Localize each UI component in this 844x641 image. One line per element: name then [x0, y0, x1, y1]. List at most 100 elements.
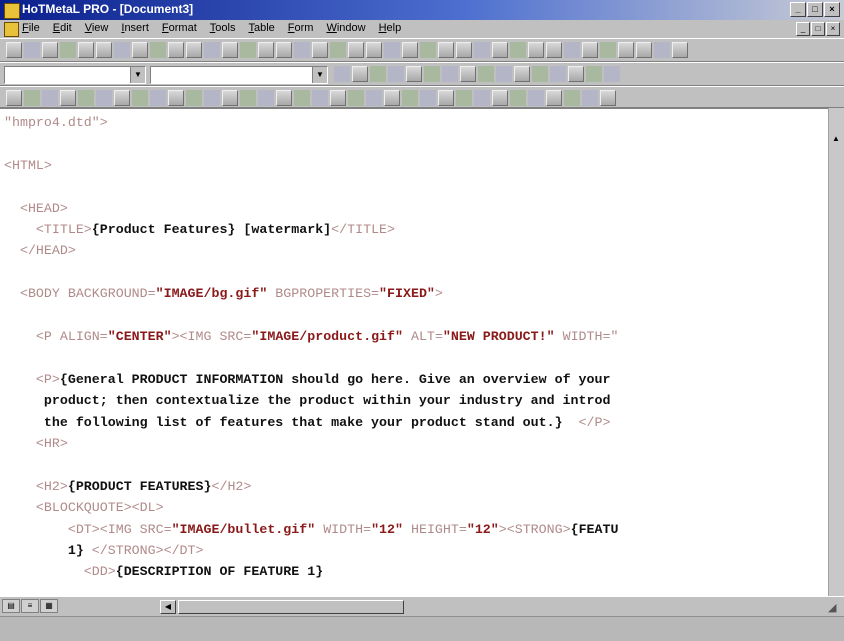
- toolbar-button-icon[interactable]: [294, 42, 310, 58]
- format-button-icon[interactable]: [550, 66, 566, 82]
- menu-file[interactable]: File: [22, 22, 40, 34]
- toolbar-button-icon[interactable]: [564, 42, 580, 58]
- toolbar-button-icon[interactable]: [96, 90, 112, 106]
- format-button-icon[interactable]: [442, 66, 458, 82]
- menu-insert[interactable]: Insert: [121, 22, 149, 34]
- menu-table[interactable]: Table: [248, 22, 274, 34]
- view-tags-button[interactable]: ▤: [2, 599, 20, 613]
- toolbar-button-icon[interactable]: [6, 42, 22, 58]
- minimize-button[interactable]: _: [790, 2, 806, 17]
- maximize-button[interactable]: □: [807, 2, 823, 17]
- format-button-icon[interactable]: [370, 66, 386, 82]
- toolbar-button-icon[interactable]: [402, 42, 418, 58]
- format-button-icon[interactable]: [352, 66, 368, 82]
- format-button-icon[interactable]: [478, 66, 494, 82]
- menu-edit[interactable]: Edit: [53, 22, 72, 34]
- toolbar-button-icon[interactable]: [528, 90, 544, 106]
- toolbar-button-icon[interactable]: [618, 42, 634, 58]
- toolbar-button-icon[interactable]: [204, 42, 220, 58]
- close-button[interactable]: ×: [824, 2, 840, 17]
- toolbar-button-icon[interactable]: [168, 42, 184, 58]
- toolbar-button-icon[interactable]: [384, 42, 400, 58]
- toolbar-button-icon[interactable]: [24, 42, 40, 58]
- toolbar-button-icon[interactable]: [510, 90, 526, 106]
- toolbar-button-icon[interactable]: [60, 90, 76, 106]
- format-button-icon[interactable]: [334, 66, 350, 82]
- format-button-icon[interactable]: [388, 66, 404, 82]
- toolbar-button-icon[interactable]: [546, 42, 562, 58]
- toolbar-button-icon[interactable]: [600, 90, 616, 106]
- toolbar-button-icon[interactable]: [240, 42, 256, 58]
- toolbar-button-icon[interactable]: [384, 90, 400, 106]
- toolbar-button-icon[interactable]: [114, 42, 130, 58]
- toolbar-button-icon[interactable]: [474, 42, 490, 58]
- toolbar-button-icon[interactable]: [96, 42, 112, 58]
- toolbar-button-icon[interactable]: [438, 90, 454, 106]
- toolbar-button-icon[interactable]: [492, 90, 508, 106]
- toolbar-button-icon[interactable]: [672, 42, 688, 58]
- toolbar-button-icon[interactable]: [348, 90, 364, 106]
- toolbar-button-icon[interactable]: [438, 42, 454, 58]
- toolbar-button-icon[interactable]: [492, 42, 508, 58]
- toolbar-button-icon[interactable]: [420, 90, 436, 106]
- format-button-icon[interactable]: [586, 66, 602, 82]
- toolbar-button-icon[interactable]: [78, 42, 94, 58]
- toolbar-button-icon[interactable]: [150, 90, 166, 106]
- toolbar-button-icon[interactable]: [600, 42, 616, 58]
- toolbar-button-icon[interactable]: [456, 42, 472, 58]
- menu-window[interactable]: Window: [326, 22, 365, 34]
- document-icon[interactable]: [4, 22, 19, 37]
- toolbar-button-icon[interactable]: [150, 42, 166, 58]
- toolbar-button-icon[interactable]: [276, 90, 292, 106]
- toolbar-button-icon[interactable]: [474, 90, 490, 106]
- toolbar-button-icon[interactable]: [654, 42, 670, 58]
- toolbar-button-icon[interactable]: [330, 42, 346, 58]
- format-button-icon[interactable]: [532, 66, 548, 82]
- font-combo[interactable]: ▼: [150, 66, 328, 84]
- toolbar-button-icon[interactable]: [42, 90, 58, 106]
- toolbar-button-icon[interactable]: [402, 90, 418, 106]
- toolbar-button-icon[interactable]: [60, 42, 76, 58]
- style-combo[interactable]: ▼: [4, 66, 146, 84]
- toolbar-button-icon[interactable]: [6, 90, 22, 106]
- toolbar-button-icon[interactable]: [456, 90, 472, 106]
- toolbar-button-icon[interactable]: [348, 42, 364, 58]
- format-button-icon[interactable]: [514, 66, 530, 82]
- app-icon[interactable]: [4, 3, 20, 19]
- format-button-icon[interactable]: [568, 66, 584, 82]
- toolbar-button-icon[interactable]: [636, 42, 652, 58]
- toolbar-button-icon[interactable]: [366, 90, 382, 106]
- toolbar-button-icon[interactable]: [366, 42, 382, 58]
- scroll-left-icon[interactable]: ◀: [160, 600, 176, 614]
- doc-minimize-button[interactable]: _: [796, 22, 810, 36]
- toolbar-button-icon[interactable]: [294, 90, 310, 106]
- toolbar-button-icon[interactable]: [114, 90, 130, 106]
- vertical-scrollbar[interactable]: ▲: [828, 108, 844, 596]
- view-source-button[interactable]: ≡: [21, 599, 39, 613]
- toolbar-button-icon[interactable]: [186, 42, 202, 58]
- toolbar-button-icon[interactable]: [528, 42, 544, 58]
- toolbar-button-icon[interactable]: [24, 90, 40, 106]
- format-button-icon[interactable]: [460, 66, 476, 82]
- toolbar-button-icon[interactable]: [546, 90, 562, 106]
- toolbar-button-icon[interactable]: [330, 90, 346, 106]
- toolbar-button-icon[interactable]: [186, 90, 202, 106]
- doc-close-button[interactable]: ×: [826, 22, 840, 36]
- toolbar-button-icon[interactable]: [42, 42, 58, 58]
- view-wysiwyg-button[interactable]: ▦: [40, 599, 58, 613]
- format-button-icon[interactable]: [604, 66, 620, 82]
- toolbar-button-icon[interactable]: [276, 42, 292, 58]
- toolbar-button-icon[interactable]: [582, 90, 598, 106]
- source-editor[interactable]: "hmpro4.dtd"> <HTML> <HEAD> <TITLE>{Produ…: [0, 108, 828, 597]
- format-button-icon[interactable]: [496, 66, 512, 82]
- toolbar-button-icon[interactable]: [582, 42, 598, 58]
- toolbar-button-icon[interactable]: [240, 90, 256, 106]
- menu-tools[interactable]: Tools: [210, 22, 236, 34]
- toolbar-button-icon[interactable]: [312, 90, 328, 106]
- toolbar-button-icon[interactable]: [132, 90, 148, 106]
- chevron-down-icon[interactable]: ▼: [312, 67, 327, 83]
- toolbar-button-icon[interactable]: [168, 90, 184, 106]
- toolbar-button-icon[interactable]: [204, 90, 220, 106]
- horizontal-scrollbar[interactable]: ▤ ≡ ▦ ◀ ◢: [0, 596, 844, 615]
- doc-restore-button[interactable]: □: [811, 22, 825, 36]
